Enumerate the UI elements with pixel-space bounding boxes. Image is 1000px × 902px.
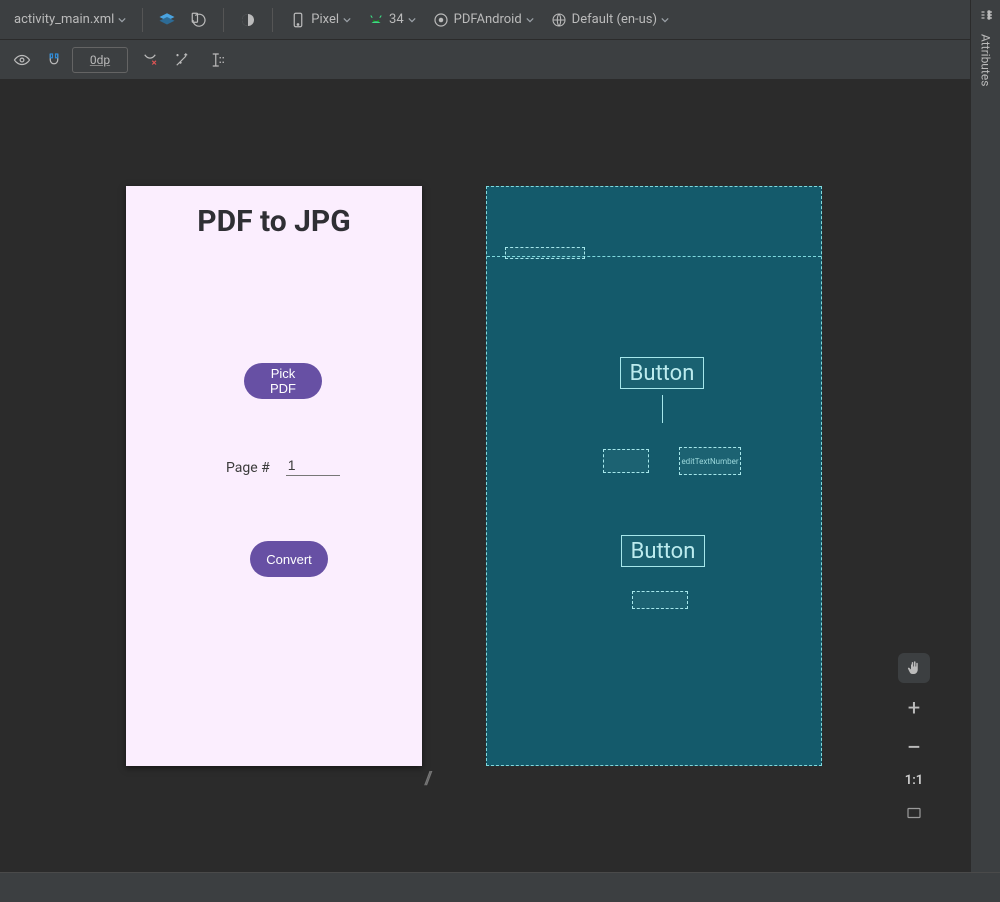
blueprint-surface[interactable]: Button editTextNumber Button [486, 186, 822, 766]
file-tab[interactable]: activity_main.xml [8, 8, 132, 31]
device-picker[interactable]: Pixel [283, 7, 357, 33]
locale-label: Default (en-us) [572, 12, 657, 27]
zoom-in-button[interactable]: + [898, 693, 930, 723]
phone-icon [289, 11, 307, 29]
blueprint-convert-label: Button [631, 539, 696, 564]
right-tool-rail: Attributes [970, 0, 1000, 872]
page-number-label: Page # [226, 460, 270, 476]
blueprint-page-input-hint: editTextNumber [679, 447, 741, 475]
design-surface-toggle[interactable] [153, 6, 181, 34]
attributes-tab[interactable]: Attributes [979, 30, 993, 90]
android-icon [367, 11, 385, 29]
fit-screen-icon [905, 804, 923, 822]
convert-label: Convert [266, 552, 312, 567]
magic-wand-icon [173, 51, 191, 69]
guideline-icon [209, 51, 227, 69]
separator [142, 8, 143, 32]
blueprint-convert-button[interactable]: Button [621, 535, 705, 567]
pan-tool-button[interactable] [898, 653, 930, 683]
rotate-icon [190, 11, 208, 29]
separator [223, 8, 224, 32]
view-options-button[interactable] [8, 46, 36, 74]
chevron-down-icon [661, 16, 669, 24]
page-number-row: Page # [226, 455, 340, 476]
theme-icon [432, 11, 450, 29]
toggle-autoconnect-button[interactable] [40, 46, 68, 74]
separator [272, 8, 273, 32]
clear-constraints-button[interactable] [136, 46, 164, 74]
default-margin-field[interactable]: 0dp [72, 47, 128, 73]
resize-handle-icon[interactable]: // [424, 768, 429, 789]
theme-label: PDFAndroid [454, 12, 522, 27]
design-preview-surface[interactable]: PDF to JPG Pick PDF Page # Convert [126, 186, 422, 766]
blueprint-extra-outline [632, 591, 688, 609]
blueprint-title-outline [505, 247, 585, 259]
status-bar [0, 872, 1000, 902]
hand-icon [905, 659, 923, 677]
device-label: Pixel [311, 12, 339, 27]
attributes-icon[interactable] [977, 6, 995, 24]
infer-constraints-button[interactable] [168, 46, 196, 74]
design-tools-toolbar: 0dp ? [0, 40, 1000, 80]
app-title-text: PDF to JPG [126, 186, 422, 239]
chevron-down-icon [526, 16, 534, 24]
blueprint-pick-button[interactable]: Button [620, 357, 704, 389]
file-tab-label: activity_main.xml [14, 12, 114, 27]
api-label: 34 [389, 12, 404, 27]
blueprint-constraint-link [662, 395, 663, 423]
locale-picker[interactable]: Default (en-us) [544, 7, 675, 33]
guidelines-button[interactable] [204, 46, 232, 74]
design-canvas[interactable]: PDF to JPG Pick PDF Page # Convert // Bu… [0, 80, 970, 872]
zoom-controls: + − 1:1 [898, 653, 930, 828]
chevron-down-icon [408, 16, 416, 24]
blueprint-pick-label: Button [630, 361, 695, 386]
layers-icon [158, 11, 176, 29]
contrast-icon [239, 11, 257, 29]
night-mode-toggle[interactable] [234, 6, 262, 34]
orientation-toggle[interactable] [185, 6, 213, 34]
chevron-down-icon [343, 16, 351, 24]
convert-button[interactable]: Convert [250, 541, 328, 577]
layout-editor-toolbar: activity_main.xml Pixel 34 [0, 0, 1000, 40]
eye-icon [13, 51, 31, 69]
blueprint-page-label-outline [603, 449, 649, 473]
zoom-to-fit-button[interactable] [898, 798, 930, 828]
attributes-tab-label: Attributes [979, 34, 993, 86]
globe-icon [550, 11, 568, 29]
api-picker[interactable]: 34 [361, 7, 422, 33]
clear-constraints-icon [141, 51, 159, 69]
page-number-input[interactable] [286, 455, 340, 476]
theme-picker[interactable]: PDFAndroid [426, 7, 540, 33]
magnet-icon [45, 51, 63, 69]
pick-pdf-label: Pick PDF [264, 366, 302, 396]
zoom-one-to-one-button[interactable]: 1:1 [905, 773, 923, 788]
default-margin-value: 0dp [90, 53, 110, 67]
chevron-down-icon [118, 16, 126, 24]
pick-pdf-button[interactable]: Pick PDF [244, 363, 322, 399]
zoom-out-button[interactable]: − [898, 733, 930, 763]
